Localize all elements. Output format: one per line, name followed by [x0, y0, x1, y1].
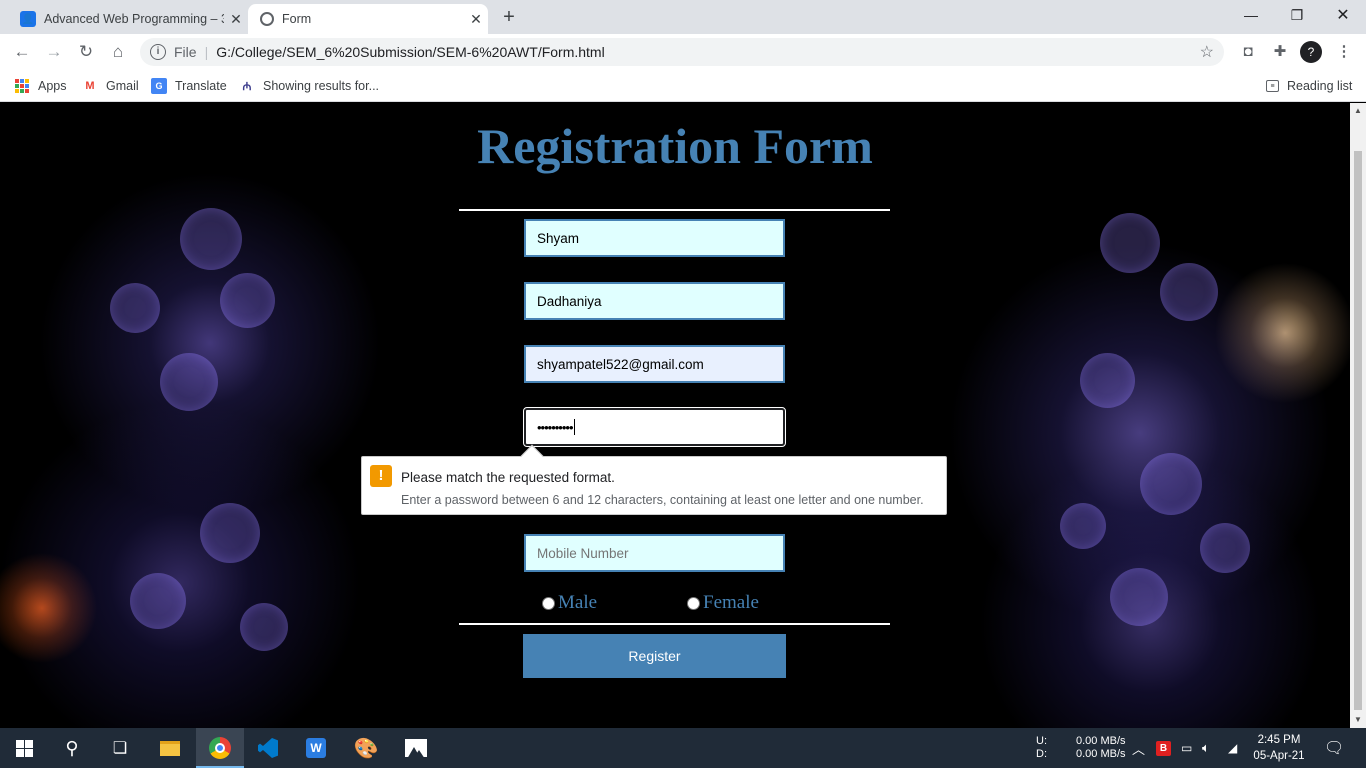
tab-form[interactable]: Form ✕ [248, 4, 488, 34]
validation-message: Please match the requested format. [401, 470, 615, 485]
paint-icon[interactable]: 🎨 [342, 728, 390, 768]
password-input[interactable]: •••••••••• [523, 407, 786, 447]
windows-taskbar: ⚲ ❏ W 🎨 U: D: 0.00 MB/s 0.00 MB/s ︿ B ▭ … [0, 728, 1366, 768]
close-window-button[interactable]: ✕ [1320, 0, 1366, 30]
new-tab-button[interactable]: + [498, 6, 520, 28]
photos-icon[interactable] [392, 728, 440, 768]
show-hidden-icons-chevron-icon[interactable]: ︿ [1132, 728, 1145, 768]
tab-strip: 👤 Advanced Web Programming – 3 ✕ Form ✕ … [0, 0, 1366, 34]
validation-tooltip: ! Please match the requested format. Ent… [361, 444, 947, 515]
browser-toolbar: ← → ↻ ⌂ i File | G:/College/SEM_6%20Subm… [0, 34, 1366, 70]
email-input[interactable]: shyampatel522@gmail.com [524, 345, 785, 383]
reading-list-icon: ≡ [1266, 80, 1279, 92]
tab-title: Form [282, 12, 312, 26]
bookmark-label: Translate [175, 79, 227, 93]
bookmark-label: Apps [38, 79, 67, 93]
text-caret [573, 419, 575, 435]
wps-writer-icon[interactable]: W [292, 728, 340, 768]
tooltip-arrow [520, 444, 544, 468]
bookmark-star-icon[interactable]: ☆ [1200, 42, 1214, 62]
mobile-number-input[interactable]: Mobile Number [524, 534, 785, 572]
close-tab-icon[interactable]: ✕ [464, 11, 488, 28]
clock-time: 2:45 PM [1257, 734, 1301, 746]
gender-option-male[interactable]: Male [542, 592, 597, 614]
register-button[interactable]: Register [523, 634, 786, 678]
female-radio[interactable] [687, 596, 700, 610]
vscode-icon[interactable] [244, 728, 292, 768]
task-view-icon[interactable]: ❏ [96, 728, 144, 768]
back-button[interactable]: ← [10, 40, 34, 64]
tray-app-icon[interactable]: B [1156, 728, 1171, 768]
page-scrollbar[interactable]: ▲ ▼ [1350, 103, 1366, 728]
scroll-thumb[interactable] [1354, 151, 1362, 710]
scroll-down-arrow-icon[interactable]: ▼ [1350, 712, 1366, 728]
extensions-icon[interactable]: ✚ [1268, 40, 1292, 64]
last-name-input[interactable]: Dadhaniya [524, 282, 785, 320]
gmail-icon: M [85, 80, 95, 92]
url-scheme: File [174, 44, 197, 60]
apps-grid-icon [14, 78, 30, 94]
female-label: Female [703, 592, 759, 613]
password-mask: •••••••••• [537, 419, 574, 435]
info-icon[interactable]: i [150, 44, 166, 60]
site-icon: ₼ [242, 80, 252, 93]
windows-logo-icon [15, 739, 33, 757]
network-icon[interactable]: ◢ [1228, 728, 1237, 768]
clock-date: 05-Apr-21 [1253, 750, 1305, 762]
restore-button[interactable]: ❐ [1274, 0, 1320, 30]
profile-avatar[interactable]: ? [1300, 41, 1322, 63]
bookmarks-bar: Apps M Gmail G Translate ₼ Showing resul… [0, 70, 1366, 102]
reading-list-label: Reading list [1287, 79, 1353, 93]
globe-icon [260, 12, 274, 26]
tab-title: Advanced Web Programming – 3 [44, 12, 224, 26]
bookmark-translate[interactable]: G Translate [151, 77, 227, 95]
url-separator: | [204, 44, 209, 60]
download-label: D: [1036, 748, 1047, 760]
bookmark-gmail[interactable]: M Gmail [82, 77, 139, 95]
camera-icon[interactable]: ◘ [1236, 40, 1260, 64]
close-tab-icon[interactable]: ✕ [224, 11, 248, 28]
scroll-up-arrow-icon[interactable]: ▲ [1350, 103, 1366, 119]
taskbar-clock[interactable]: 2:45 PM 05-Apr-21 [1244, 732, 1314, 764]
translate-icon: G [151, 78, 167, 94]
download-speed: 0.00 MB/s [1076, 748, 1126, 760]
net-labels: U: D: [1036, 728, 1047, 768]
search-icon[interactable]: ⚲ [48, 728, 96, 768]
upload-label: U: [1036, 735, 1047, 747]
page-title: Registration Form [477, 118, 873, 174]
start-button[interactable] [0, 728, 48, 768]
volume-icon[interactable]: 🔈︎ [1202, 728, 1210, 768]
bookmark-showing-results[interactable]: ₼ Showing results for... [239, 77, 380, 95]
page-viewport: Registration Form Shyam Dadhaniya shyamp… [0, 103, 1350, 728]
net-speed-meter: 0.00 MB/s 0.00 MB/s [1076, 728, 1126, 768]
male-radio[interactable] [542, 596, 555, 610]
bookmark-label: Showing results for... [263, 79, 380, 93]
male-label: Male [558, 592, 598, 613]
menu-icon[interactable]: ⋮ [1332, 40, 1356, 64]
validation-hint: Enter a password between 6 and 12 charac… [401, 493, 924, 507]
bottom-divider [459, 623, 890, 625]
home-button[interactable]: ⌂ [106, 40, 130, 64]
upload-speed: 0.00 MB/s [1076, 735, 1126, 747]
bookmark-apps[interactable]: Apps [14, 77, 67, 95]
address-bar[interactable]: i File | G:/College/SEM_6%20Submission/S… [140, 38, 1224, 66]
warning-icon: ! [370, 465, 392, 487]
notification-center-icon[interactable]: 🗨︎ [1324, 728, 1344, 768]
minimize-button[interactable]: — [1228, 0, 1274, 30]
url-text: G:/College/SEM_6%20Submission/SEM-6%20AW… [216, 44, 605, 60]
bookmark-label: Gmail [106, 79, 139, 93]
gender-option-female[interactable]: Female [687, 592, 759, 614]
tab-advanced-web-programming[interactable]: 👤 Advanced Web Programming – 3 ✕ [8, 4, 248, 34]
classroom-icon: 👤 [20, 11, 36, 27]
forward-button[interactable]: → [42, 40, 66, 64]
top-divider [459, 209, 890, 211]
chrome-taskbar-icon[interactable] [196, 728, 244, 768]
first-name-input[interactable]: Shyam [524, 219, 785, 257]
battery-icon[interactable]: ▭ [1181, 728, 1192, 768]
reload-button[interactable]: ↻ [74, 40, 98, 64]
file-explorer-icon[interactable] [146, 728, 194, 768]
reading-list-button[interactable]: ≡ Reading list [1266, 77, 1352, 95]
